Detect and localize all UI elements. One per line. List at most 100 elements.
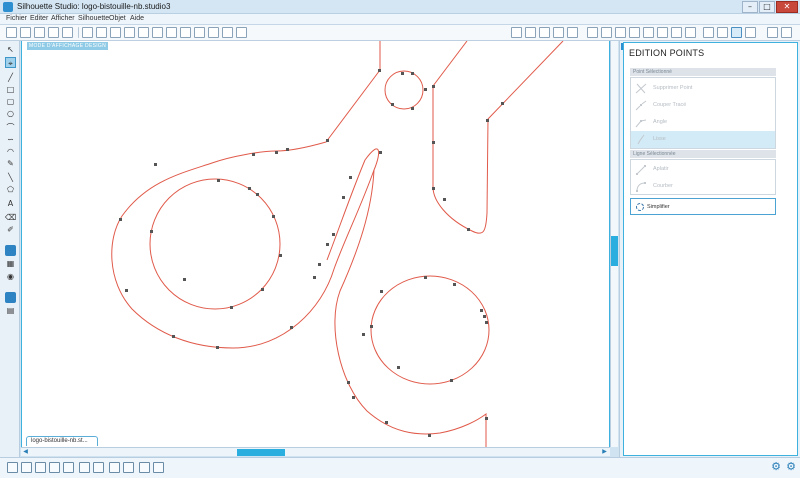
undo-icon[interactable] (138, 27, 149, 38)
curve-icon (636, 182, 646, 192)
preferences-gear-icon[interactable]: ⚙ (785, 461, 797, 473)
scroll-right-icon[interactable]: ▶ (601, 448, 608, 455)
logo-drawing[interactable] (22, 41, 610, 447)
panel-toggle-icon[interactable] (731, 27, 742, 38)
open-library-icon[interactable] (34, 27, 45, 38)
online-store-icon[interactable]: ◉ (5, 271, 16, 282)
menu-file[interactable]: Fichier (6, 15, 27, 22)
arc-tool-icon[interactable]: ◠ (5, 146, 16, 157)
menu-object[interactable]: Objet (109, 15, 126, 22)
send-to-icon[interactable] (703, 27, 714, 38)
release-compound-icon[interactable] (49, 462, 60, 473)
weld-icon[interactable] (63, 462, 74, 473)
fit-page-icon[interactable] (222, 27, 233, 38)
page-setup-icon[interactable] (525, 27, 536, 38)
menu-silhouette[interactable]: Silhouette (78, 15, 109, 22)
pan-hand-icon[interactable] (166, 27, 177, 38)
send-backward-icon[interactable] (123, 462, 134, 473)
polygon-tool-icon[interactable]: ⌒ (5, 122, 16, 133)
menu-edit[interactable]: Editer (30, 15, 48, 22)
text-style-icon[interactable] (657, 27, 668, 38)
save-icon[interactable] (48, 27, 59, 38)
duplicate-icon[interactable] (79, 462, 90, 473)
layers-panel-icon[interactable] (5, 292, 16, 303)
ellipse-tool-icon[interactable]: ○ (5, 108, 16, 119)
cut-send-icon[interactable] (96, 27, 107, 38)
text-tool-icon[interactable]: A (5, 198, 16, 209)
copy-icon[interactable] (110, 27, 121, 38)
make-compound-icon[interactable] (35, 462, 46, 473)
scroll-left-icon[interactable]: ◀ (22, 448, 29, 455)
smooth-freehand-tool-icon[interactable]: ╲ (5, 172, 16, 183)
settings-panel-icon[interactable] (781, 27, 792, 38)
select-tool-icon[interactable]: ↖ (5, 44, 16, 55)
rectangle-tool-icon[interactable]: □ (5, 84, 16, 95)
left-inner-circle (149, 178, 281, 310)
menu-view[interactable]: Afficher (51, 15, 75, 22)
offset-icon[interactable] (629, 27, 640, 38)
edit-points-tool-icon[interactable]: ⌖ (5, 57, 16, 68)
node (486, 119, 489, 122)
simplify-icon (636, 203, 644, 211)
send-to-back-icon[interactable] (153, 462, 164, 473)
library-icon[interactable] (745, 27, 756, 38)
line-tool-icon[interactable]: ╱ (5, 72, 16, 83)
grid-panel-icon[interactable] (5, 245, 16, 256)
cut-path-button[interactable]: Couper Tracé (631, 97, 775, 114)
menu-help[interactable]: Aide (130, 15, 144, 22)
transform-icon[interactable] (587, 27, 598, 38)
bring-forward-icon[interactable] (109, 462, 120, 473)
simplify-button[interactable]: Simplifier (630, 198, 776, 215)
polygon-shape-tool-icon[interactable]: ⬠ (5, 184, 16, 195)
delete-point-button[interactable]: Supprimer Point (631, 80, 775, 97)
cut-settings-icon[interactable] (717, 27, 728, 38)
grid-settings-icon[interactable] (539, 27, 550, 38)
eraser-panel-icon[interactable] (767, 27, 778, 38)
node (217, 179, 220, 182)
eraser-tool-icon[interactable]: ⌫ (5, 212, 16, 223)
design-canvas[interactable]: MODE D'AFFICHAGE DESIGN (21, 41, 610, 447)
grid-view-icon[interactable] (236, 27, 247, 38)
library-panel-icon[interactable]: ▦ (5, 258, 16, 269)
minimize-button[interactable]: – (742, 1, 758, 13)
line-style-icon[interactable] (553, 27, 564, 38)
freehand-tool-icon[interactable]: ✎ (5, 158, 16, 169)
vertical-scrollbar[interactable] (610, 41, 618, 447)
zoom-in-icon[interactable] (180, 27, 191, 38)
open-icon[interactable] (20, 27, 31, 38)
modify-icon[interactable] (615, 27, 626, 38)
paste-icon[interactable] (124, 27, 135, 38)
save-as-icon[interactable] (62, 27, 73, 38)
page-panel-icon[interactable]: ▤ (5, 305, 16, 316)
ungroup-icon[interactable] (21, 462, 32, 473)
cut-path-label: Couper Tracé (653, 102, 687, 108)
new-document-icon[interactable] (6, 27, 17, 38)
curve-button[interactable]: Courber (631, 178, 775, 195)
redo-icon[interactable] (152, 27, 163, 38)
maximize-button[interactable]: □ (759, 1, 775, 13)
group-icon[interactable] (7, 462, 18, 473)
horizontal-scrollbar[interactable]: ◀ ▶ (21, 447, 610, 456)
rounded-rectangle-tool-icon[interactable]: ▢ (5, 96, 16, 107)
flatten-button[interactable]: Aplatir (631, 161, 775, 178)
delete-icon[interactable] (93, 462, 104, 473)
curve-tool-icon[interactable]: ∽ (5, 134, 16, 145)
close-button[interactable]: ✕ (776, 1, 798, 13)
draw-settings-icon[interactable] (511, 27, 522, 38)
zoom-select-icon[interactable] (208, 27, 219, 38)
document-tab[interactable]: logo-bistouille-nb.st... (26, 436, 98, 446)
print-icon[interactable] (82, 27, 93, 38)
knife-tool-icon[interactable]: ✐ (5, 224, 16, 235)
vertical-scroll-thumb[interactable] (611, 236, 618, 266)
bring-to-front-icon[interactable] (139, 462, 150, 473)
align-icon[interactable] (671, 27, 682, 38)
design-store-icon[interactable] (685, 27, 696, 38)
corner-button[interactable]: Angle (631, 114, 775, 131)
smooth-button[interactable]: Lisse (631, 131, 775, 148)
horizontal-scroll-thumb[interactable] (237, 449, 285, 456)
trace-icon[interactable] (643, 27, 654, 38)
fill-color-icon[interactable] (567, 27, 578, 38)
replicate-icon[interactable] (601, 27, 612, 38)
zoom-out-icon[interactable] (194, 27, 205, 38)
settings-gear-icon[interactable]: ⚙ (770, 461, 782, 473)
